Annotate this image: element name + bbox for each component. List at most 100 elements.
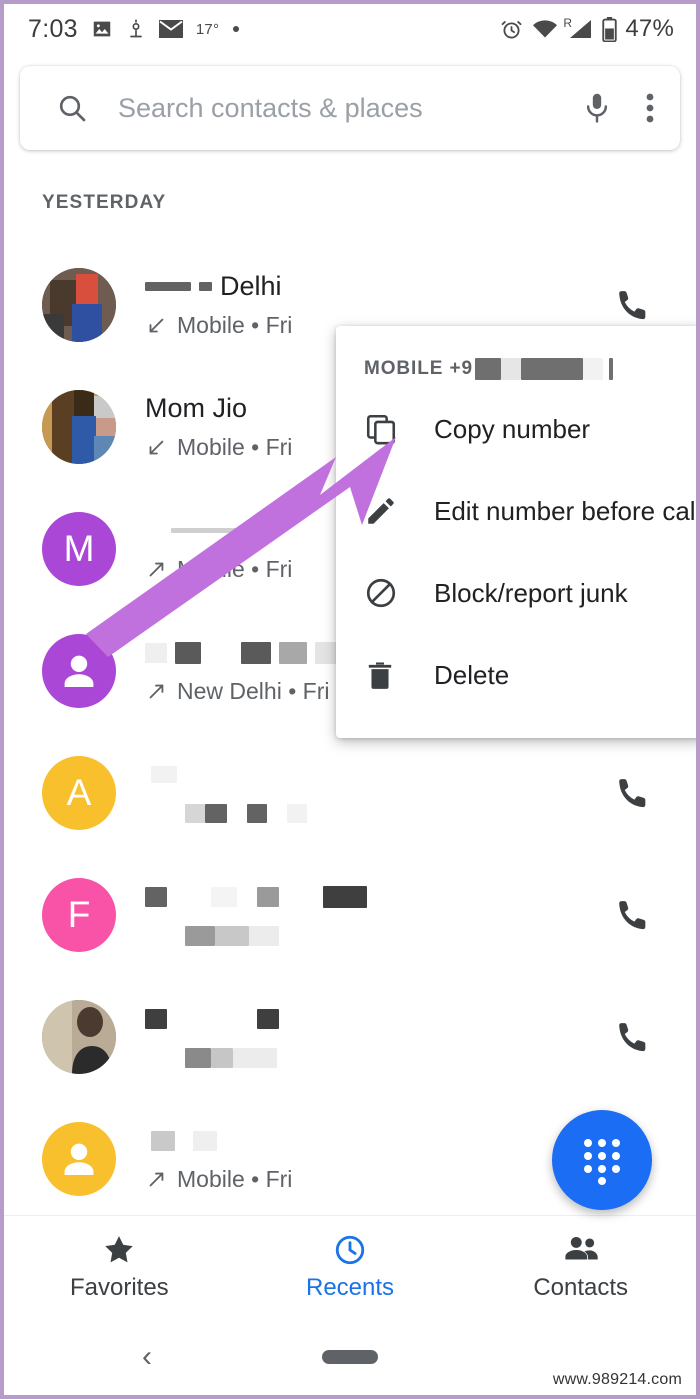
call-subtitle-text: Mobile • Fri bbox=[177, 434, 293, 460]
row-text bbox=[145, 758, 598, 829]
redaction-block bbox=[151, 1130, 175, 1151]
roaming-indicator: R bbox=[563, 16, 573, 30]
person-icon bbox=[64, 655, 94, 687]
avatar bbox=[42, 390, 116, 464]
outgoing-call-icon bbox=[149, 1172, 164, 1186]
redaction-block bbox=[257, 886, 279, 907]
wifi-icon bbox=[533, 20, 558, 38]
call-button[interactable] bbox=[598, 1018, 668, 1056]
star-icon bbox=[105, 1236, 134, 1263]
call-subtitle-text: New Delhi • Fri bbox=[177, 678, 330, 704]
dialpad-fab-button[interactable] bbox=[552, 1110, 652, 1210]
menu-item-copy-number[interactable]: Copy number bbox=[336, 388, 696, 470]
home-pill[interactable] bbox=[322, 1350, 378, 1364]
table-row[interactable] bbox=[4, 976, 696, 1098]
call-subtitle bbox=[145, 799, 598, 829]
context-menu-header: MOBILE +9 bbox=[336, 350, 696, 388]
tab-label: Contacts bbox=[533, 1274, 629, 1301]
call-button[interactable] bbox=[598, 774, 668, 812]
redaction-block bbox=[249, 925, 279, 946]
avatar bbox=[42, 634, 116, 708]
search-input[interactable] bbox=[118, 92, 582, 124]
search-bar[interactable] bbox=[20, 66, 680, 150]
dot-icon bbox=[233, 26, 240, 32]
avatar bbox=[42, 1122, 116, 1196]
redaction-block bbox=[287, 804, 307, 823]
trash-icon bbox=[364, 658, 406, 692]
redaction-block bbox=[323, 885, 367, 908]
redaction-block bbox=[199, 282, 212, 291]
redaction-block bbox=[608, 358, 613, 380]
search-icon bbox=[56, 92, 88, 124]
envelope-icon bbox=[158, 20, 183, 38]
alarm-clock-icon bbox=[501, 20, 522, 38]
outgoing-call-icon bbox=[149, 684, 164, 698]
call-subtitle-text: Mobile • Fri bbox=[177, 556, 293, 582]
menu-item-delete[interactable]: Delete bbox=[336, 634, 696, 716]
avatar: A bbox=[42, 756, 116, 830]
status-bar-right: R 47% bbox=[500, 15, 674, 43]
redaction-block bbox=[257, 1008, 279, 1029]
call-subtitle-text: Mobile • Fri bbox=[177, 1166, 293, 1192]
context-menu: MOBILE +9 Copy number Edit number before… bbox=[336, 326, 700, 738]
table-row[interactable]: A bbox=[4, 732, 696, 854]
avatar: M bbox=[42, 512, 116, 586]
chevron-left-icon[interactable]: ‹ bbox=[142, 1342, 152, 1372]
battery-percent: 47% bbox=[625, 15, 674, 42]
redaction-block bbox=[145, 886, 167, 907]
redaction-block bbox=[500, 358, 521, 380]
watermark: www.989214.com bbox=[552, 1371, 682, 1388]
menu-item-edit-number-before-call[interactable]: Edit number before call bbox=[336, 470, 700, 552]
redaction-block bbox=[145, 282, 191, 291]
redaction-block bbox=[145, 1008, 167, 1029]
contact-name bbox=[145, 1002, 598, 1036]
contact-name-visible: Delhi bbox=[220, 271, 282, 301]
call-button[interactable] bbox=[598, 896, 668, 934]
redaction-block bbox=[151, 766, 177, 783]
call-subtitle-text: Mobile • Fri bbox=[177, 312, 293, 338]
contact-name: Delhi bbox=[145, 270, 598, 304]
outgoing-call-icon bbox=[149, 562, 164, 576]
image-icon bbox=[93, 21, 111, 37]
more-vertical-icon[interactable] bbox=[646, 92, 654, 124]
menu-item-label: Edit number before call bbox=[434, 495, 700, 526]
contact-name bbox=[145, 1124, 598, 1158]
redaction-block bbox=[185, 1047, 211, 1068]
call-subtitle bbox=[145, 1043, 598, 1073]
pencil-icon bbox=[364, 494, 406, 528]
incoming-call-icon bbox=[149, 318, 164, 332]
phone-screenshot-frame: 7:03 17° R 47% Search contacts & places … bbox=[0, 0, 700, 1399]
avatar-initial: A bbox=[66, 772, 92, 813]
redaction-block bbox=[185, 804, 205, 823]
dialpad-icon bbox=[584, 1139, 620, 1185]
redaction-block bbox=[474, 358, 501, 380]
person-icon bbox=[64, 1143, 94, 1175]
row-text bbox=[145, 880, 598, 951]
redaction-block bbox=[520, 358, 583, 380]
tab-recents[interactable]: Recents bbox=[235, 1233, 466, 1302]
status-time: 7:03 bbox=[28, 14, 78, 43]
menu-item-block-report-junk[interactable]: Block/report junk bbox=[336, 552, 696, 634]
status-temperature: 17° bbox=[195, 20, 220, 38]
tab-label: Recents bbox=[305, 1274, 395, 1301]
redaction-block bbox=[233, 1047, 277, 1068]
redaction-block bbox=[582, 358, 603, 380]
redaction-block bbox=[171, 528, 283, 533]
location-pin-icon bbox=[130, 19, 142, 38]
redaction-block bbox=[185, 925, 215, 946]
redaction-block bbox=[247, 804, 267, 823]
call-subtitle bbox=[145, 921, 598, 951]
tab-contacts[interactable]: Contacts bbox=[465, 1233, 696, 1302]
redaction-block bbox=[175, 641, 201, 664]
microphone-icon[interactable] bbox=[582, 92, 612, 124]
tab-label: Favorites bbox=[69, 1274, 169, 1301]
redaction-block bbox=[211, 886, 237, 907]
menu-item-label: Delete bbox=[434, 659, 510, 690]
table-row[interactable]: F bbox=[4, 854, 696, 976]
clock-icon bbox=[335, 1235, 365, 1265]
call-button[interactable] bbox=[598, 286, 668, 324]
bottom-navigation-bar: Favorites Recents Contacts bbox=[4, 1215, 696, 1319]
tab-favorites[interactable]: Favorites bbox=[4, 1233, 235, 1302]
people-icon bbox=[565, 1236, 598, 1260]
status-bar-left: 7:03 17° bbox=[28, 15, 500, 44]
